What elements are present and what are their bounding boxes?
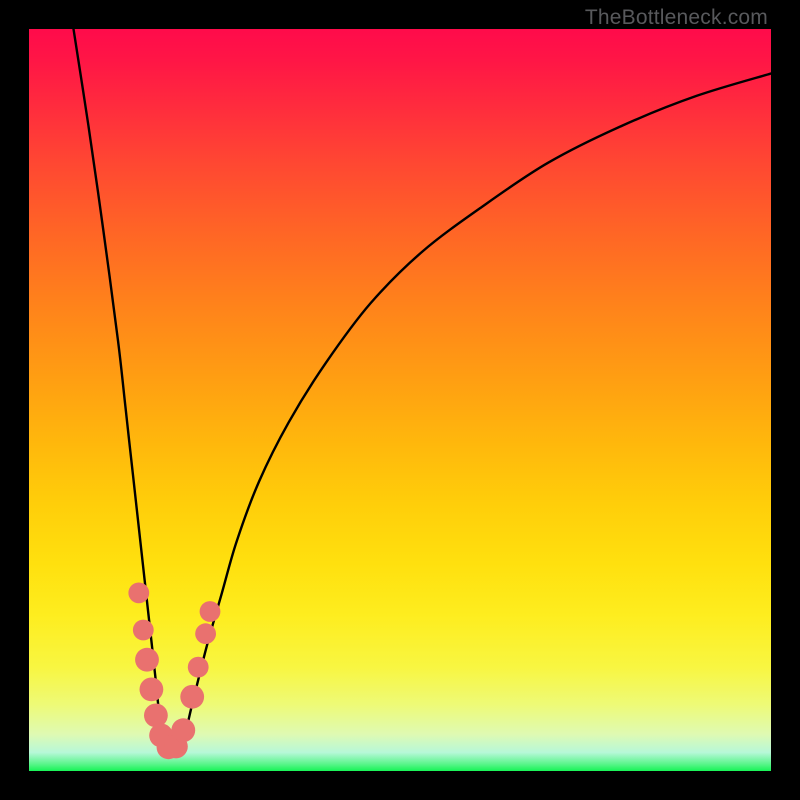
marker-dot (195, 623, 216, 644)
marker-group (128, 583, 220, 760)
curve-path (74, 29, 772, 750)
curve-layer (29, 29, 771, 771)
marker-dot (128, 583, 149, 604)
marker-dot (144, 704, 168, 728)
watermark-text: TheBottleneck.com (585, 6, 768, 30)
marker-dot (140, 678, 164, 702)
marker-dot (200, 601, 221, 622)
marker-dot (135, 648, 159, 672)
marker-dot (188, 657, 209, 678)
bottleneck-curve (74, 29, 772, 750)
plot-area (29, 29, 771, 771)
chart-frame: TheBottleneck.com (0, 0, 800, 800)
marker-dot (133, 620, 154, 641)
marker-dot (180, 685, 204, 709)
marker-dot (171, 718, 195, 742)
